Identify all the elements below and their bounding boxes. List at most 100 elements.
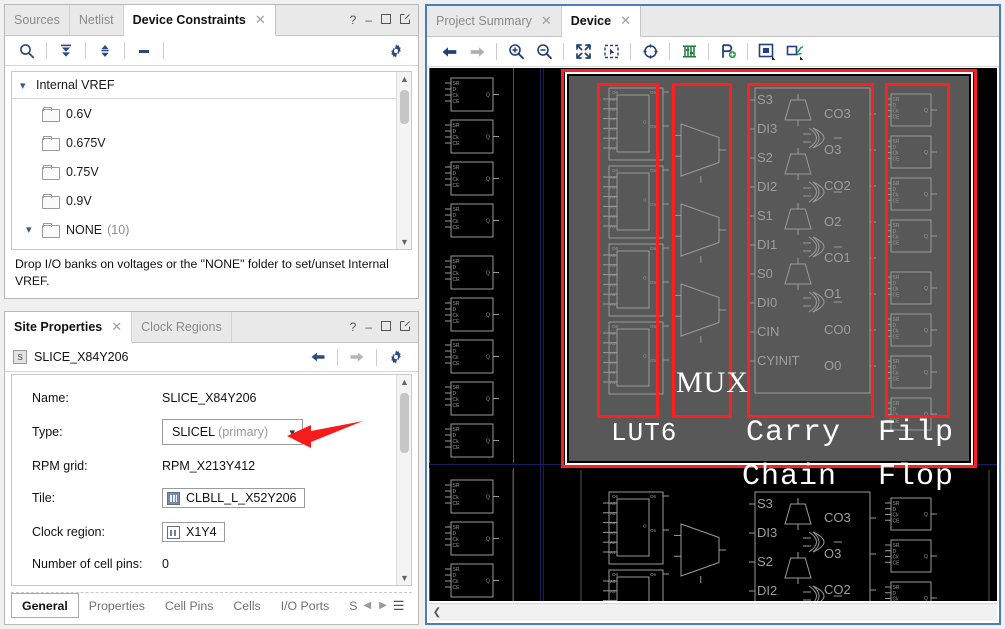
svg-text:CE: CE: [453, 361, 461, 367]
svg-text:CE: CE: [893, 240, 901, 246]
svg-text:S3: S3: [757, 496, 773, 511]
float-icon[interactable]: [400, 321, 410, 333]
scrollbar-thumb[interactable]: [400, 393, 409, 453]
remove-icon[interactable]: [130, 39, 158, 63]
scroll-down-icon[interactable]: ▼: [397, 571, 411, 585]
svg-text:S3: S3: [757, 92, 773, 107]
svg-text:Q: Q: [924, 596, 928, 601]
tabstrip-filler: [231, 312, 340, 342]
tab-clock-regions[interactable]: Clock Regions: [132, 312, 232, 342]
zoom-out-icon[interactable]: [530, 40, 558, 64]
tab-cells[interactable]: Cells: [223, 593, 270, 618]
device-horizontal-scrollbar[interactable]: ❮: [429, 603, 997, 621]
scroll-up-icon[interactable]: ▲: [397, 375, 411, 389]
help-icon[interactable]: ?: [350, 14, 357, 26]
maximize-icon[interactable]: [381, 14, 391, 26]
tab-site-properties[interactable]: Site Properties ✕: [5, 312, 133, 343]
collapse-all-icon[interactable]: [52, 39, 80, 63]
svg-text:O: O: [643, 524, 647, 529]
help-icon[interactable]: ?: [350, 321, 357, 333]
close-icon[interactable]: ✕: [620, 13, 631, 29]
device-canvas[interactable]: SR D Ck CE Q SR D Ck CE Q SR D Ck CE Q SR D Ck CE Q SR D Ck CE Q…: [429, 68, 997, 601]
svg-text:CE: CE: [453, 277, 461, 283]
close-icon[interactable]: ✕: [255, 12, 266, 28]
svg-text:O6: O6: [650, 494, 657, 499]
property-row-tile: Tile: CLBLL_L_X52Y206: [12, 481, 411, 515]
scroll-up-icon[interactable]: ▲: [397, 72, 411, 86]
svg-text:O6: O6: [612, 324, 619, 329]
tabs-menu-icon[interactable]: ☰: [391, 593, 411, 618]
svg-text:A5: A5: [610, 107, 616, 112]
zoom-fit-icon[interactable]: [569, 40, 597, 64]
svg-text:A5: A5: [610, 341, 616, 346]
svg-text:A6: A6: [610, 331, 616, 336]
tab-device[interactable]: Device ✕: [561, 6, 641, 37]
float-icon[interactable]: [400, 14, 410, 26]
chevron-down-icon[interactable]: ▾: [20, 79, 36, 92]
minimize-icon[interactable]: –: [365, 321, 372, 333]
forward-arrow-icon[interactable]: [463, 40, 491, 64]
tab-sources[interactable]: Sources: [5, 5, 70, 35]
forward-arrow-icon[interactable]: [343, 345, 371, 369]
tree-item-0-75v[interactable]: 0.75V: [12, 157, 411, 186]
tree-item-none[interactable]: ▾ NONE (10): [12, 215, 411, 244]
tree-root-row[interactable]: ▾ Internal VREF: [12, 72, 411, 99]
svg-text:Q: Q: [924, 554, 928, 560]
tab-project-summary[interactable]: Project Summary ✕: [427, 6, 562, 36]
tab-cell-pins[interactable]: Cell Pins: [155, 593, 224, 618]
site-type-select[interactable]: SLICEL (primary) ▾: [162, 419, 303, 445]
tree-vertical-scrollbar[interactable]: ▲ ▼: [396, 72, 411, 249]
tabs-scroll-left-icon[interactable]: ◀: [359, 593, 375, 618]
zoom-in-icon[interactable]: [502, 40, 530, 64]
scrollbar-thumb[interactable]: [400, 90, 409, 124]
tabs-scroll-right-icon[interactable]: ▶: [375, 593, 391, 618]
annotation-carry: Carry: [746, 416, 842, 450]
settings-gear-icon[interactable]: [382, 39, 410, 63]
tab-label: Clock Regions: [141, 320, 222, 334]
chevron-down-icon[interactable]: ▾: [26, 223, 42, 236]
tile-link[interactable]: CLBLL_L_X52Y206: [162, 488, 305, 508]
internal-vref-tree[interactable]: ▾ Internal VREF 0.6V 0.675V 0.75V 0.9V ▾…: [11, 71, 412, 250]
tab-netlist[interactable]: Netlist: [69, 5, 124, 35]
highlight-region-icon[interactable]: [753, 40, 781, 64]
close-icon[interactable]: ✕: [541, 13, 552, 29]
selected-slice-graphic[interactable]: A6 A5 A4 A3 A2 A1 O6 O6 O5 O A6 A5 A4 A3 A2 A1 O6 O6 O5 O A6…: [569, 76, 969, 461]
maximize-icon[interactable]: [381, 321, 391, 333]
zoom-area-icon[interactable]: [597, 40, 625, 64]
tree-item-io-bank-12[interactable]: I/O Bank 12: [12, 244, 411, 249]
tab-io-ports[interactable]: I/O Ports: [271, 593, 340, 618]
svg-text:O3: O3: [824, 142, 841, 157]
search-icon[interactable]: [13, 39, 41, 63]
routing-resources-icon[interactable]: [675, 40, 703, 64]
tree-item-0-9v[interactable]: 0.9V: [12, 186, 411, 215]
site-properties-vertical-scrollbar[interactable]: ▲ ▼: [396, 375, 411, 585]
toolbar-separator: [124, 42, 125, 59]
show-nets-icon[interactable]: [781, 40, 809, 64]
tab-device-constraints[interactable]: Device Constraints ✕: [123, 5, 276, 36]
settings-gear-icon[interactable]: [382, 345, 410, 369]
back-arrow-icon[interactable]: [304, 345, 332, 369]
tree-item-0-6v[interactable]: 0.6V: [12, 99, 411, 128]
svg-text:Q: Q: [486, 313, 490, 319]
chevron-down-icon[interactable]: ▾: [289, 426, 295, 439]
close-icon[interactable]: ✕: [111, 319, 122, 335]
tab-general[interactable]: General: [11, 593, 79, 618]
svg-text:CE: CE: [453, 99, 461, 105]
svg-text:CO3: CO3: [824, 106, 851, 121]
center-target-icon[interactable]: [636, 40, 664, 64]
place-ports-icon[interactable]: [714, 40, 742, 64]
scroll-left-icon[interactable]: ❮: [429, 607, 445, 618]
clock-region-link[interactable]: X1Y4: [162, 522, 225, 542]
tab-sites-truncated[interactable]: S: [339, 593, 359, 618]
site-properties-panel: Site Properties ✕ Clock Regions ? – S SL…: [4, 311, 419, 625]
svg-text:A4: A4: [610, 273, 616, 278]
minimize-icon[interactable]: –: [365, 14, 372, 26]
tab-properties[interactable]: Properties: [79, 593, 155, 618]
back-arrow-icon[interactable]: [435, 40, 463, 64]
tree-item-0-675v[interactable]: 0.675V: [12, 128, 411, 157]
scroll-down-icon[interactable]: ▼: [397, 235, 411, 249]
folder-icon: [42, 194, 60, 209]
svg-text:CO3: CO3: [824, 510, 851, 525]
tree-root-label: Internal VREF: [36, 78, 115, 92]
expand-all-icon[interactable]: [91, 39, 119, 63]
